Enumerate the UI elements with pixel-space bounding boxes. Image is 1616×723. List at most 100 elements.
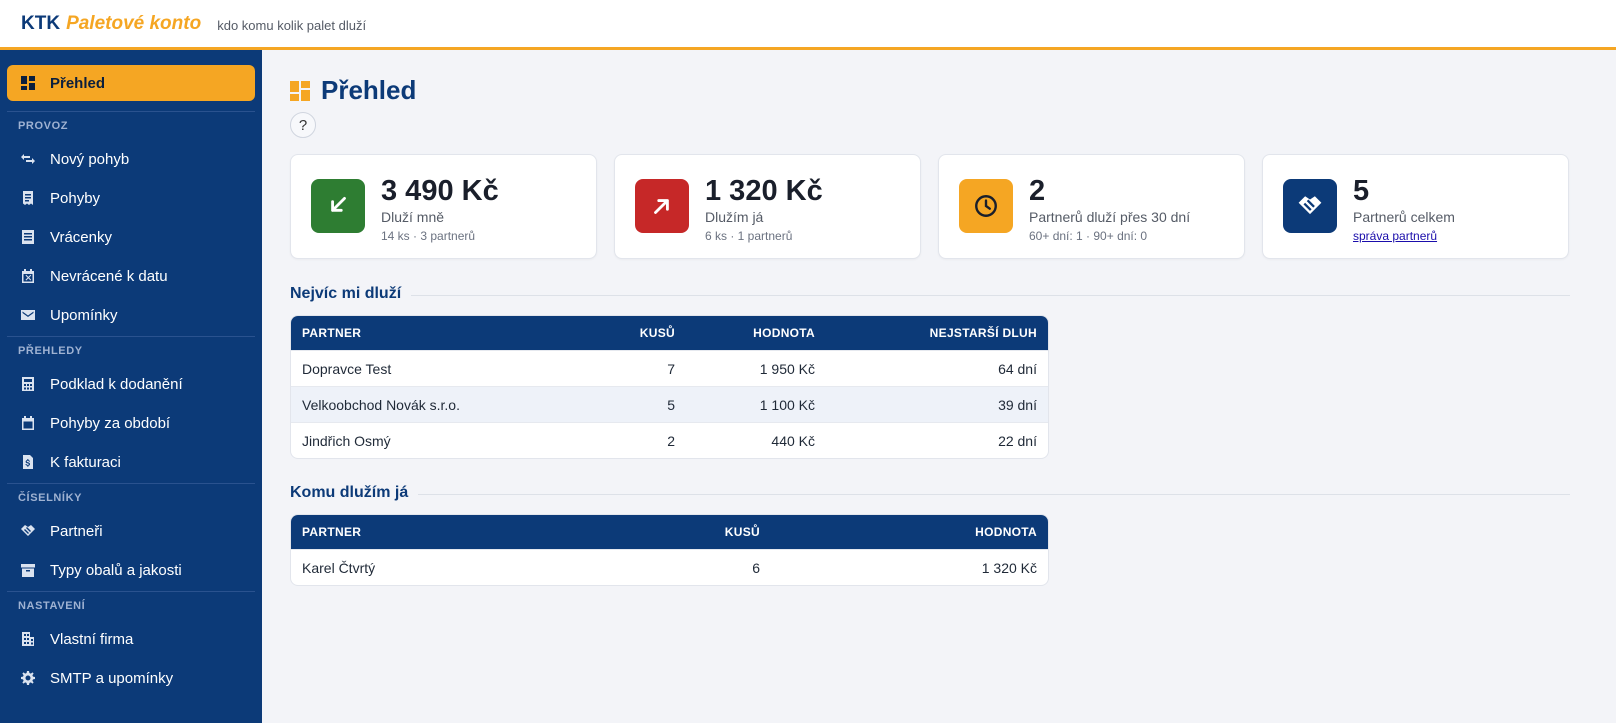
sidebar-item-label: Upomínky (50, 306, 118, 324)
cell-hodnota: 1 950 Kč (686, 350, 826, 386)
cell-kusu: 5 (591, 386, 686, 422)
column-header-nejstarsi-dluh[interactable]: NEJSTARŠÍ DLUH (826, 316, 1048, 350)
dashboard-icon (290, 80, 310, 101)
card-label: Dluží mně (381, 209, 445, 225)
sidebar-item-smtp[interactable]: SMTP a upomínky (7, 660, 255, 696)
section-title: Komu dlužím já (290, 484, 409, 501)
sidebar-item-label: Pohyby za období (50, 414, 171, 432)
card-label: Partnerů dluží přes 30 dní (1029, 209, 1191, 225)
sidebar-item-partneri[interactable]: Partneři (7, 513, 255, 549)
calculator-icon (20, 376, 36, 392)
sidebar-section-title: PŘEHLEDY (18, 345, 83, 357)
sidebar-item-label: Nevrácené k datu (50, 267, 168, 285)
cell-nejstarsi-dluh: 22 dní (826, 422, 1048, 458)
swap-icon (20, 151, 36, 167)
column-header-hodnota[interactable]: HODNOTA (686, 316, 826, 350)
cell-hodnota: 440 Kč (686, 422, 826, 458)
sidebar-section-nastaveni: NASTAVENÍ Vlastní firma SMTP a upomínky (7, 591, 255, 696)
help-button[interactable]: ? (290, 112, 316, 138)
sidebar-section-title: NASTAVENÍ (18, 600, 86, 612)
main-content: Přehled ? 3 490 Kč Dluží mně 14 ks · 3 p… (290, 50, 1570, 586)
section-divider (411, 294, 1570, 296)
cell-kusu: 7 (591, 350, 686, 386)
card-label: Partnerů celkem (1353, 209, 1455, 225)
top-bar: KTK Paletové konto kdo komu kolik palet … (0, 0, 1616, 50)
sidebar-section-title: PROVOZ (18, 120, 69, 132)
sidebar-section-ciselniky: ČÍSELNÍKY Partneři Typy obalů a jakosti (7, 483, 255, 588)
cell-kusu: 6 (591, 549, 771, 585)
manage-partners-link[interactable]: správa partnerů (1353, 229, 1437, 243)
handshake-icon (20, 523, 36, 539)
page-header: Přehled (290, 75, 1570, 106)
cell-partner: Dopravce Test (291, 350, 591, 386)
sidebar-item-vracenky[interactable]: Vrácenky (7, 219, 255, 255)
card-value: 5 (1353, 175, 1370, 207)
list-icon (20, 229, 36, 245)
sidebar-item-label: Nový pohyb (50, 150, 130, 168)
brand-short[interactable]: KTK (21, 13, 60, 35)
sidebar-item-typy-obalu[interactable]: Typy obalů a jakosti (7, 552, 255, 588)
column-header-kusu[interactable]: KUSŮ (591, 316, 686, 350)
sidebar-item-label: Přehled (50, 74, 106, 92)
column-header-partner[interactable]: PARTNER (291, 316, 591, 350)
arrow-down-left-icon (311, 179, 365, 233)
section-i-owe: Komu dlužím já (290, 484, 1570, 502)
calendar-icon (20, 415, 36, 431)
cell-partner: Jindřich Osmý (291, 422, 591, 458)
sidebar-item-label: Partneři (50, 522, 103, 540)
sidebar-item-label: Vrácenky (50, 228, 112, 246)
column-header-kusu[interactable]: KUSŮ (591, 515, 771, 549)
table-row[interactable]: Velkoobchod Novák s.r.o. 5 1 100 Kč 39 d… (291, 386, 1048, 422)
column-header-partner[interactable]: PARTNER (291, 515, 591, 549)
sidebar-item-pohyby[interactable]: Pohyby (7, 180, 255, 216)
card-value: 1 320 Kč (705, 175, 823, 207)
card-overdue-partners: 2 Partnerů dluží přes 30 dní 60+ dní: 1 … (938, 154, 1245, 259)
brand-name[interactable]: Paletové konto (66, 13, 201, 35)
cell-hodnota: 1 100 Kč (686, 386, 826, 422)
card-value: 3 490 Kč (381, 175, 499, 207)
card-label: Dlužím já (705, 209, 764, 225)
cell-nejstarsi-dluh: 39 dní (826, 386, 1048, 422)
card-i-owe: 1 320 Kč Dlužím já 6 ks · 1 partnerů (614, 154, 921, 259)
cell-partner: Velkoobchod Novák s.r.o. (291, 386, 591, 422)
handshake-icon (1283, 179, 1337, 233)
i-owe-table: PARTNER KUSŮ HODNOTA Karel Čtvrtý 6 1 32… (290, 514, 1049, 586)
table-row[interactable]: Jindřich Osmý 2 440 Kč 22 dní (291, 422, 1048, 458)
mail-icon (20, 307, 36, 323)
gear-icon (20, 670, 36, 686)
sidebar: Přehled PROVOZ Nový pohyb Pohyby Vrácenk… (0, 50, 262, 723)
card-value: 2 (1029, 175, 1046, 207)
table-header-row: PARTNER KUSŮ HODNOTA NEJSTARŠÍ DLUH (291, 316, 1048, 350)
sidebar-item-novy-pohyb[interactable]: Nový pohyb (7, 141, 255, 177)
section-title: Nejvíc mi dluží (290, 285, 402, 302)
sidebar-item-podklad-k-dodaneni[interactable]: Podklad k dodanění (7, 366, 255, 402)
arrow-up-right-icon (635, 179, 689, 233)
cell-partner: Karel Čtvrtý (291, 549, 591, 585)
dashboard-icon (20, 75, 36, 91)
page-title: Přehled (321, 75, 417, 105)
column-header-hodnota[interactable]: HODNOTA (771, 515, 1048, 549)
brand-tagline: kdo komu kolik palet dluží (217, 17, 367, 33)
invoice-icon (20, 454, 36, 470)
sidebar-section-prehledy: PŘEHLEDY Podklad k dodanění Pohyby za ob… (7, 336, 255, 480)
section-divider (418, 493, 1570, 495)
sidebar-item-vlastni-firma[interactable]: Vlastní firma (7, 621, 255, 657)
sidebar-item-k-fakturaci[interactable]: K fakturaci (7, 444, 255, 480)
sidebar-item-upominky[interactable]: Upomínky (7, 297, 255, 333)
card-owed-to-me: 3 490 Kč Dluží mně 14 ks · 3 partnerů (290, 154, 597, 259)
sidebar-item-label: Podklad k dodanění (50, 375, 183, 393)
sidebar-item-nevracene-k-datu[interactable]: Nevrácené k datu (7, 258, 255, 294)
table-row[interactable]: Karel Čtvrtý 6 1 320 Kč (291, 549, 1048, 585)
sidebar-section-title: ČÍSELNÍKY (18, 492, 83, 504)
card-partners-total: 5 Partnerů celkem správa partnerů (1262, 154, 1569, 259)
card-sub: 60+ dní: 1 · 90+ dní: 0 (1029, 229, 1148, 243)
sidebar-item-prehled[interactable]: Přehled (7, 65, 255, 101)
building-icon (20, 631, 36, 647)
sidebar-item-label: K fakturaci (50, 453, 121, 471)
section-owed-to-me: Nejvíc mi dluží (290, 285, 1570, 303)
cell-hodnota: 1 320 Kč (771, 549, 1048, 585)
sidebar-item-pohyby-za-obdobi[interactable]: Pohyby za období (7, 405, 255, 441)
summary-cards: 3 490 Kč Dluží mně 14 ks · 3 partnerů 1 … (290, 154, 1570, 259)
table-row[interactable]: Dopravce Test 7 1 950 Kč 64 dní (291, 350, 1048, 386)
cell-kusu: 2 (591, 422, 686, 458)
